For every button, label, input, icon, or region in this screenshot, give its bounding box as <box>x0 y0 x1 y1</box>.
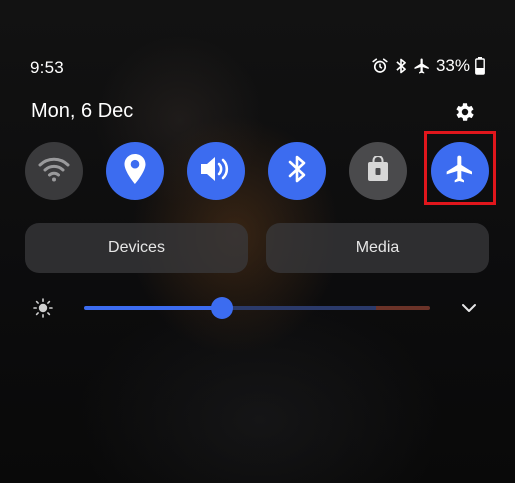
wifi-toggle[interactable] <box>25 142 83 200</box>
brightness-track-filled <box>84 306 222 310</box>
status-time: 9:53 <box>30 58 64 77</box>
media-button[interactable]: Media <box>266 223 489 273</box>
location-toggle[interactable] <box>106 142 164 200</box>
location-pin-icon <box>123 153 147 190</box>
brightness-track-high-zone <box>376 306 430 310</box>
devices-label: Devices <box>108 239 165 256</box>
brightness-track-empty <box>222 306 376 310</box>
highlight-box <box>424 131 496 205</box>
bluetooth-icon <box>394 57 408 75</box>
wifi-icon <box>37 155 71 188</box>
chevron-down-icon[interactable] <box>459 300 479 316</box>
media-label: Media <box>355 239 400 256</box>
date-label: Mon, 6 Dec <box>31 100 134 122</box>
gear-icon[interactable] <box>453 100 477 124</box>
battery-icon <box>475 57 485 75</box>
secure-folder-toggle[interactable] <box>349 142 407 200</box>
brightness-icon <box>33 298 53 318</box>
status-icons: 33% <box>371 56 485 76</box>
speaker-icon <box>199 154 233 189</box>
bluetooth-icon <box>287 154 307 189</box>
sound-toggle[interactable] <box>187 142 245 200</box>
alarm-icon <box>371 57 389 75</box>
bluetooth-toggle[interactable] <box>268 142 326 200</box>
devices-button[interactable]: Devices <box>25 223 248 273</box>
lock-icon <box>367 154 389 187</box>
brightness-slider-thumb[interactable] <box>211 297 233 319</box>
brightness-slider[interactable] <box>84 294 430 322</box>
battery-percent: 33% <box>435 56 470 75</box>
airplane-icon <box>413 57 431 75</box>
